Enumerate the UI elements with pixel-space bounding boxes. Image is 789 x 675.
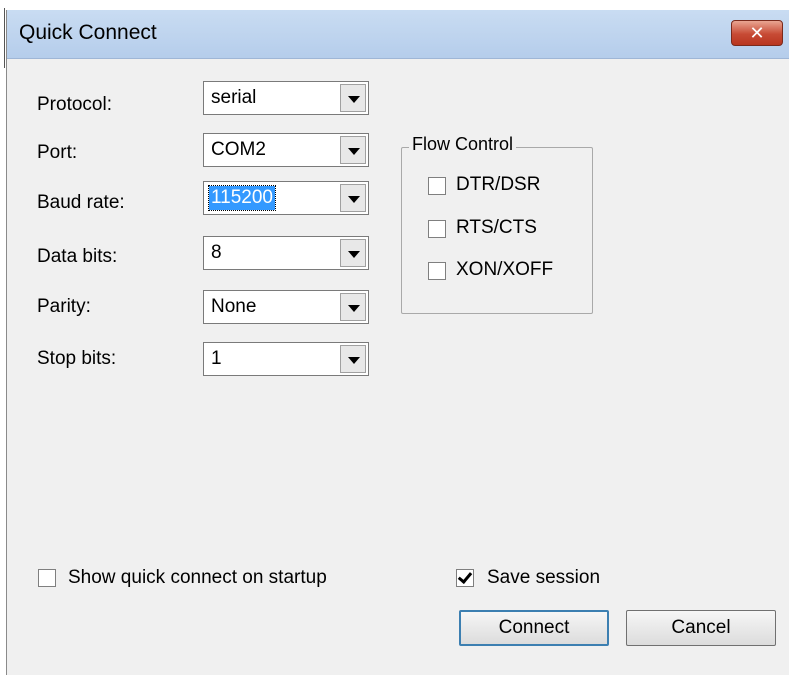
show-on-startup-checkbox[interactable] [38, 569, 56, 587]
rts-cts-label[interactable]: RTS/CTS [456, 217, 537, 239]
parity-label: Parity: [37, 296, 91, 317]
port-label: Port: [37, 142, 78, 163]
chevron-down-icon[interactable] [340, 184, 366, 212]
cancel-button[interactable]: Cancel [626, 610, 776, 646]
data-bits-label: Data bits: [37, 246, 118, 267]
protocol-value: serial [211, 87, 257, 108]
quick-connect-dialog: Quick Connect ✕ Protocol: serial Port: C… [6, 10, 789, 675]
protocol-label: Protocol: [37, 94, 112, 115]
baud-rate-label: Baud rate: [37, 192, 125, 213]
dtr-dsr-checkbox[interactable] [428, 177, 446, 195]
chevron-down-icon[interactable] [340, 84, 366, 112]
dtr-dsr-label[interactable]: DTR/DSR [456, 174, 540, 196]
stop-bits-label: Stop bits: [37, 348, 117, 369]
save-session-checkbox[interactable] [456, 569, 474, 587]
chevron-down-icon[interactable] [340, 239, 366, 267]
protocol-combobox[interactable]: serial [203, 81, 369, 115]
port-value: COM2 [211, 139, 266, 160]
baud-rate-combobox[interactable]: 115200 [203, 181, 369, 215]
xon-xoff-checkbox[interactable] [428, 262, 446, 280]
parity-combobox[interactable]: None [203, 290, 369, 324]
show-on-startup-label[interactable]: Show quick connect on startup [68, 567, 327, 589]
save-session-label[interactable]: Save session [487, 567, 600, 589]
close-button[interactable]: ✕ [731, 20, 783, 46]
window-title: Quick Connect [19, 21, 157, 44]
port-combobox[interactable]: COM2 [203, 133, 369, 167]
baud-rate-value: 115200 [208, 185, 276, 211]
chevron-down-icon[interactable] [340, 345, 366, 373]
stop-bits-combobox[interactable]: 1 [203, 342, 369, 376]
rts-cts-checkbox[interactable] [428, 220, 446, 238]
title-bar[interactable]: Quick Connect ✕ [7, 10, 789, 59]
connect-button[interactable]: Connect [459, 610, 609, 646]
chevron-down-icon[interactable] [340, 136, 366, 164]
flow-control-title: Flow Control [409, 134, 517, 155]
parity-value: None [211, 296, 257, 317]
stop-bits-value: 1 [211, 348, 222, 369]
close-icon: ✕ [749, 23, 765, 43]
data-bits-combobox[interactable]: 8 [203, 236, 369, 270]
chevron-down-icon[interactable] [340, 293, 366, 321]
data-bits-value: 8 [211, 242, 222, 263]
xon-xoff-label[interactable]: XON/XOFF [456, 259, 553, 281]
